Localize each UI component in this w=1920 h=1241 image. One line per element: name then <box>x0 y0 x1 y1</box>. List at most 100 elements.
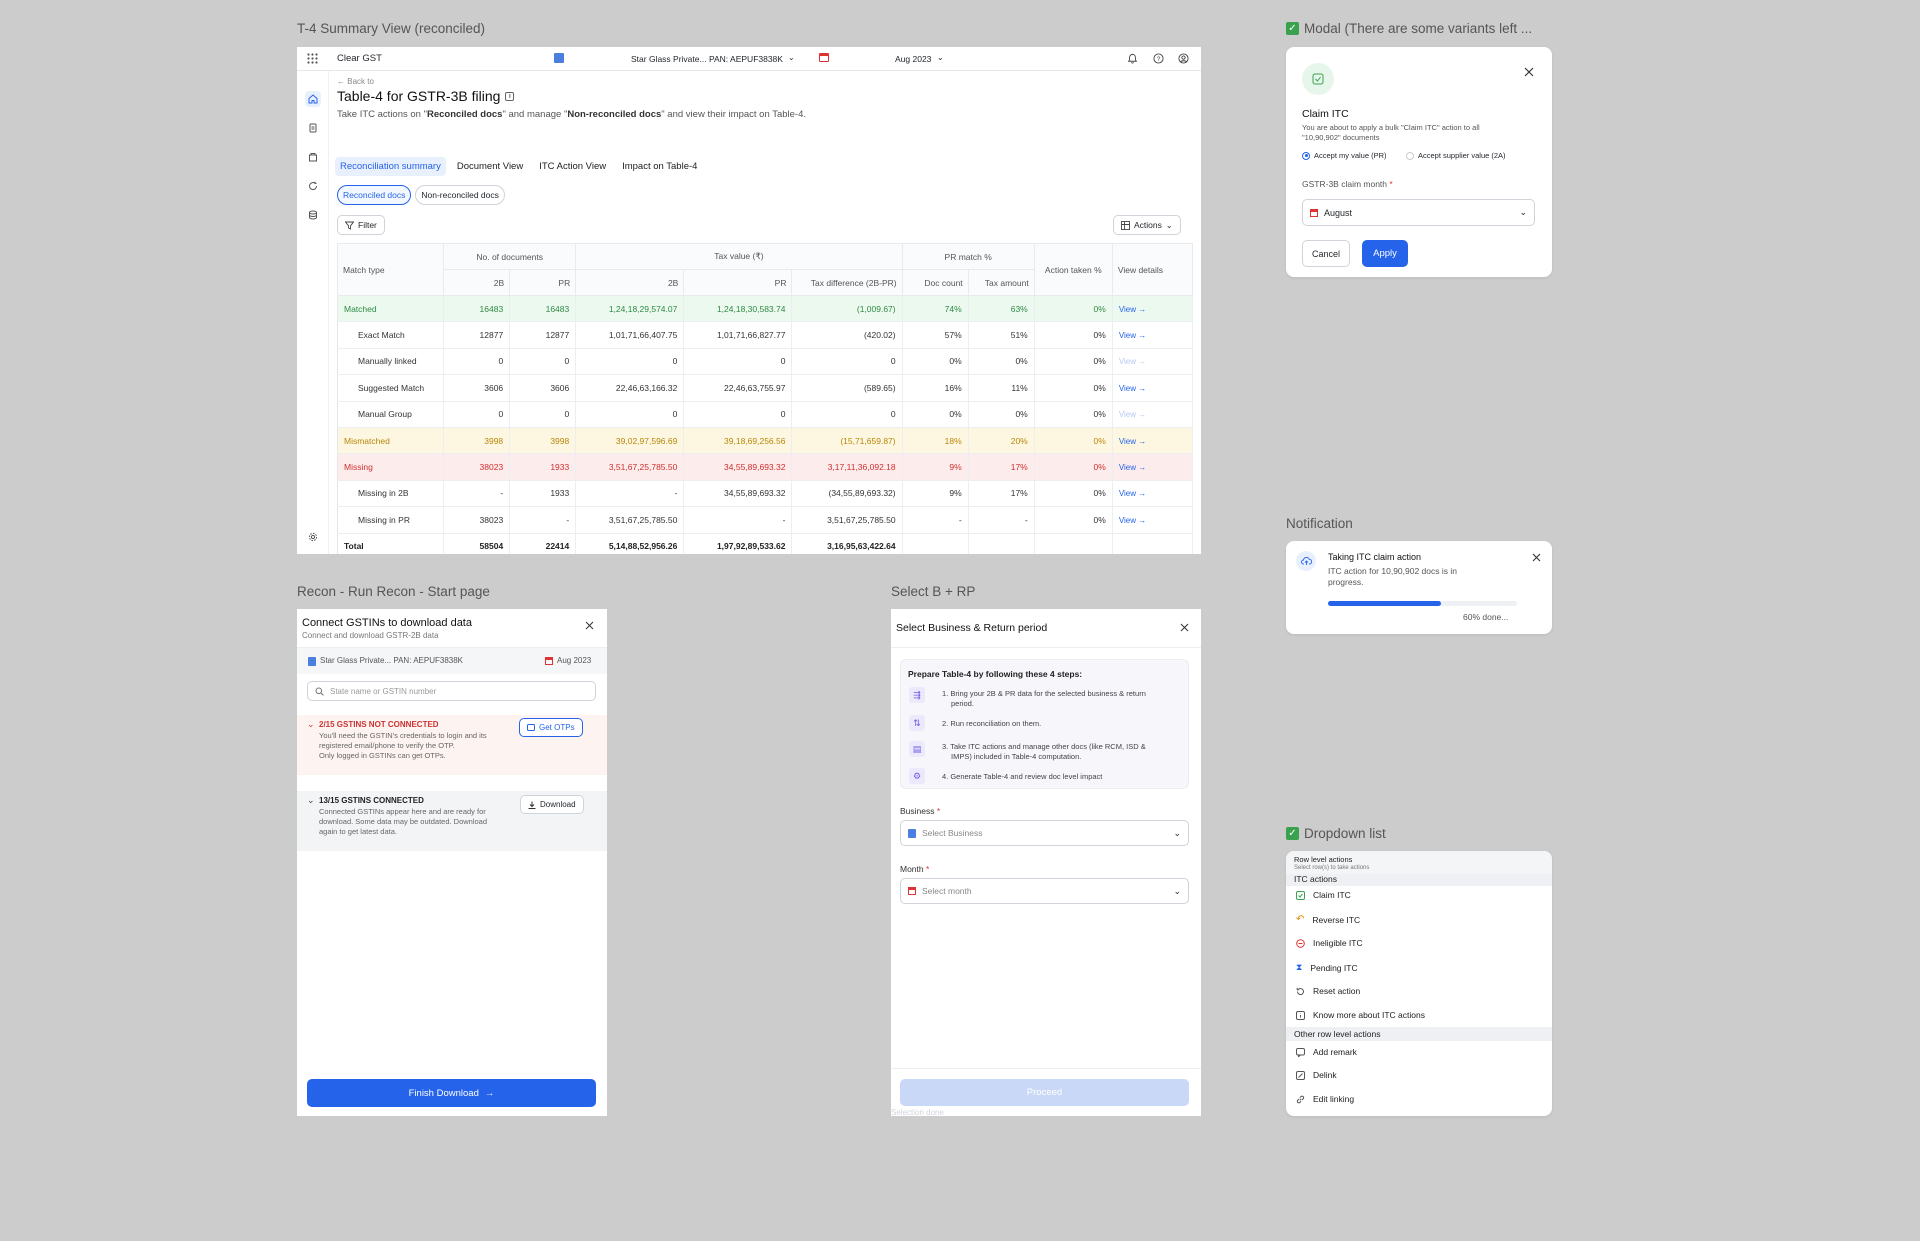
calendar-icon <box>545 657 553 665</box>
view-link[interactable]: View → <box>1119 516 1146 525</box>
app-grid-icon[interactable] <box>307 53 318 64</box>
back-link-label: Back to <box>347 77 374 86</box>
download-button[interactable]: Download <box>520 795 584 814</box>
view-link[interactable]: View → <box>1119 357 1146 366</box>
finish-download-label: Finish Download <box>408 1087 479 1099</box>
table-cell: 51% <box>968 321 1035 349</box>
user-icon[interactable] <box>1178 53 1189 64</box>
period-selector[interactable]: Aug 2023 <box>895 54 931 64</box>
chevron-down-icon[interactable]: ⌄ <box>788 53 795 62</box>
progress-track <box>1328 601 1517 606</box>
table-cell: 0 <box>509 348 577 376</box>
menu-item-delink[interactable]: Delink <box>1296 1070 1337 1080</box>
back-link[interactable]: ← Back to <box>337 77 374 86</box>
view-link[interactable]: View → <box>1119 305 1146 314</box>
doc-chips: Reconciled docs Non-reconciled docs <box>337 185 505 205</box>
chevron-down-icon[interactable]: ⌄ <box>307 795 315 806</box>
tab-itc-action-view[interactable]: ITC Action View <box>534 157 611 176</box>
table-cell: 0 <box>443 348 511 376</box>
home-icon[interactable] <box>305 91 321 107</box>
table-cell: 3998 <box>509 427 577 455</box>
bell-icon[interactable] <box>1127 53 1138 64</box>
cancel-button[interactable]: Cancel <box>1302 240 1351 267</box>
close-icon[interactable] <box>1180 623 1189 632</box>
close-icon[interactable] <box>585 621 594 630</box>
notification-text: ITC action for 10,90,902 docs is in <box>1328 566 1457 576</box>
get-otps-button[interactable]: Get OTPs <box>519 718 583 737</box>
calendar-icon <box>908 887 916 895</box>
menu-item-pending-itc[interactable]: ⧗ Pending ITC <box>1296 962 1358 973</box>
menu-item-claim-itc[interactable]: Claim ITC <box>1296 890 1351 900</box>
filter-button[interactable]: Filter <box>337 215 385 235</box>
view-tabs: Reconciliation summary Document View ITC… <box>335 157 702 176</box>
view-link[interactable]: View → <box>1119 331 1146 340</box>
tab-document-view[interactable]: Document View <box>452 157 528 176</box>
match-type-cell: Manually linked <box>337 348 445 376</box>
refresh-icon[interactable] <box>305 178 321 194</box>
help-icon[interactable]: ? <box>1153 53 1164 64</box>
radio-accept-2a[interactable]: Accept supplier value (2A) <box>1406 151 1506 160</box>
total-cell: 22414 <box>509 532 577 554</box>
table-cell: 74% <box>902 295 969 323</box>
close-icon[interactable] <box>1532 553 1541 562</box>
menu-item-ineligible-itc[interactable]: Ineligible ITC <box>1296 938 1363 948</box>
menu-item-add-remark[interactable]: Add remark <box>1296 1047 1357 1057</box>
actions-button[interactable]: Actions ⌄ <box>1113 215 1181 235</box>
step-text: 4. Generate Table-4 and review doc level… <box>942 772 1103 781</box>
proceed-button[interactable]: Proceed <box>900 1079 1189 1106</box>
table-cell: - <box>443 480 511 508</box>
table-cell: 20% <box>968 427 1035 455</box>
summary-main: ← Back to Table-4 for GSTR-3B filing i T… <box>335 71 1194 554</box>
finish-download-button[interactable]: Finish Download → <box>307 1079 596 1107</box>
table-cell: 3606 <box>443 374 511 402</box>
link-icon <box>1296 1095 1305 1104</box>
menu-item-reverse-itc[interactable]: ↶ Reverse ITC <box>1296 914 1360 925</box>
col-action-taken: Action taken % <box>1033 243 1113 296</box>
subtitle-nonreconciled: Non-reconciled docs <box>567 109 662 120</box>
col-tax-diff: Tax difference (2B-PR) <box>791 269 903 296</box>
total-row: Total 58504 22414 5,14,88,52,956.26 1,97,92,… <box>337 532 1194 554</box>
view-link[interactable]: View → <box>1119 463 1146 472</box>
business-field-label: Business * <box>900 806 941 816</box>
settings-icon[interactable] <box>305 529 321 545</box>
business-label: Star Glass Private... PAN: AEPUF3838K <box>320 656 464 665</box>
col-tax-pr: PR <box>683 269 793 296</box>
chip-reconciled-docs[interactable]: Reconciled docs <box>337 185 412 205</box>
document-icon[interactable] <box>305 120 321 136</box>
menu-item-edit-linking[interactable]: Edit linking <box>1296 1094 1354 1104</box>
menu-item-know-more[interactable]: Know more about ITC actions <box>1296 1010 1425 1020</box>
table-cell: (34,55,89,693.32) <box>791 480 903 508</box>
table-cell: 1,24,18,30,583.74 <box>683 295 793 323</box>
chevron-down-icon[interactable]: ⌄ <box>937 53 944 62</box>
menu-item-reset-action[interactable]: Reset action <box>1296 986 1360 996</box>
month-select[interactable]: Select month ⌄ <box>900 878 1189 904</box>
chip-nonreconciled-docs[interactable]: Non-reconciled docs <box>415 185 505 205</box>
table-cell: 0 <box>575 348 685 376</box>
view-link[interactable]: View → <box>1119 410 1146 419</box>
claim-month-select[interactable]: August ⌄ <box>1302 199 1535 226</box>
building-outline-icon[interactable] <box>305 149 321 165</box>
view-link[interactable]: View → <box>1119 437 1146 446</box>
tab-impact-on-table4[interactable]: Impact on Table-4 <box>617 157 702 176</box>
gstin-search-input[interactable]: State name or GSTIN number <box>307 681 596 701</box>
close-icon[interactable] <box>1524 67 1534 77</box>
select-title: Select Business & Return period <box>896 622 1048 634</box>
view-link[interactable]: View → <box>1119 489 1146 498</box>
info-icon[interactable]: i <box>505 91 515 101</box>
apply-button[interactable]: Apply <box>1362 240 1408 267</box>
business-selector[interactable]: Star Glass Private... PAN: AEPUF3838K <box>631 54 783 64</box>
total-cell-empty <box>1112 532 1194 554</box>
view-link[interactable]: View → <box>1119 384 1146 393</box>
business-select[interactable]: Select Business ⌄ <box>900 820 1189 846</box>
table-cell: 0% <box>1034 374 1113 402</box>
menu-item-label: Edit linking <box>1313 1094 1355 1104</box>
database-icon[interactable] <box>305 207 321 223</box>
view-cell: View → <box>1112 348 1194 376</box>
recon-subtitle: Connect and download GSTR-2B data <box>302 631 439 640</box>
radio-accept-pr[interactable]: Accept my value (PR) <box>1302 151 1387 160</box>
view-cell: View → <box>1112 453 1194 481</box>
table-cell: 0% <box>1034 427 1113 455</box>
tab-reconciliation-summary[interactable]: Reconciliation summary <box>335 157 446 176</box>
month-label-text: Month <box>900 864 924 874</box>
chevron-down-icon[interactable]: ⌄ <box>307 719 315 730</box>
